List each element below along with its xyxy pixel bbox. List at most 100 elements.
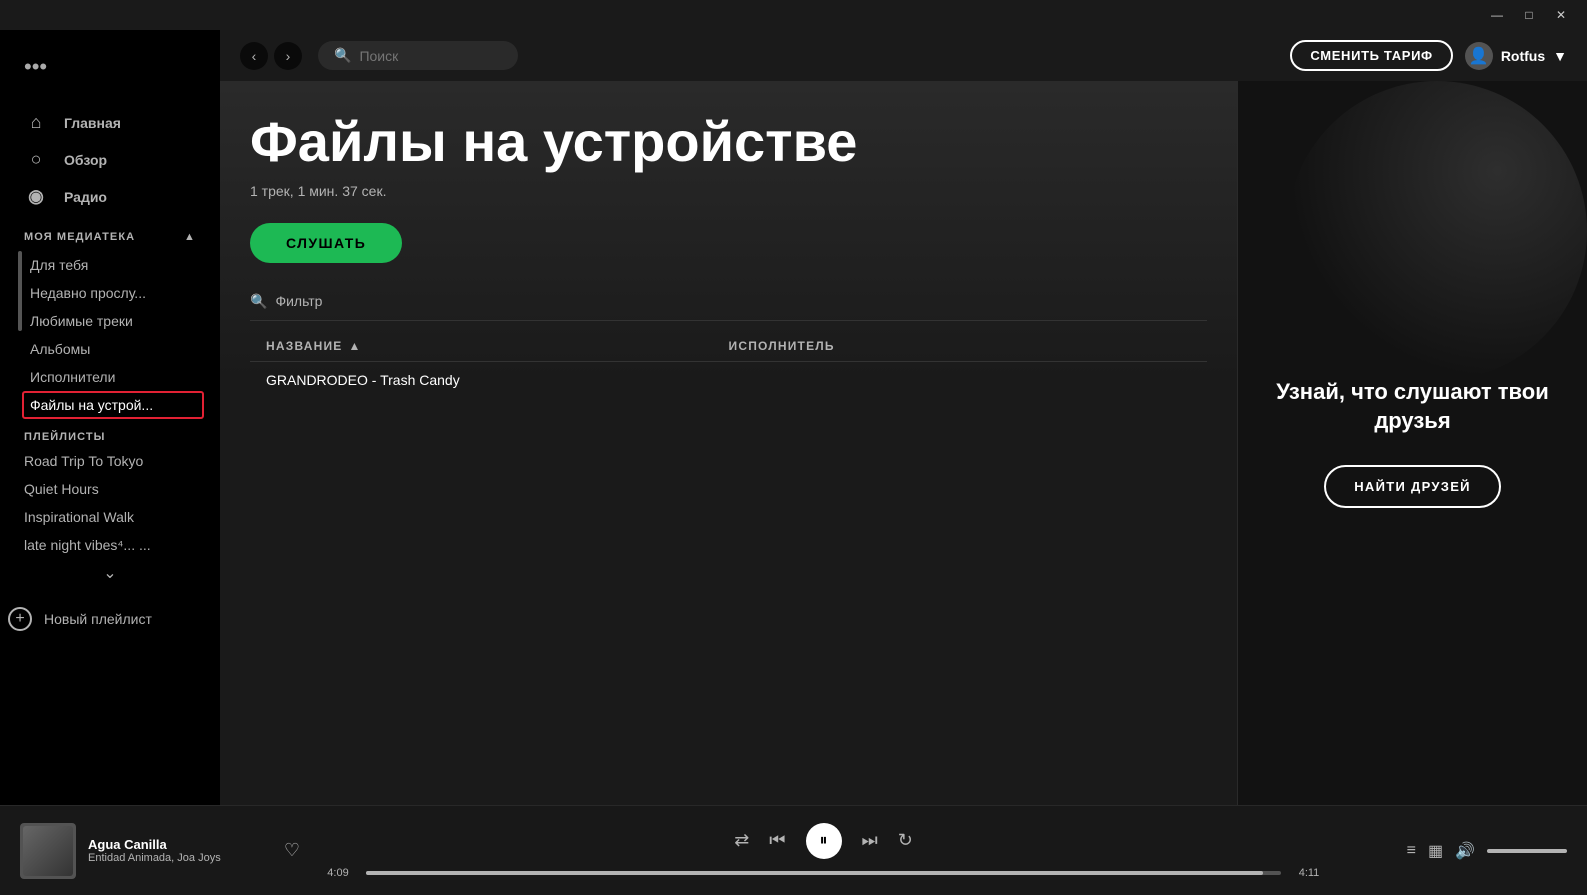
scroll-down-indicator[interactable]: ⌄ bbox=[16, 559, 204, 587]
library-collapse-icon[interactable]: ▲ bbox=[184, 231, 196, 243]
upgrade-button[interactable]: СМЕНИТЬ ТАРИФ bbox=[1290, 40, 1452, 71]
sidebar-section-library: МОЯ МЕДИАТЕКА ▲ bbox=[16, 215, 204, 251]
topbar-right: СМЕНИТЬ ТАРИФ 👤 Rotfus ▼ bbox=[1290, 40, 1567, 71]
player-artist-name: Entidad Animada, Joa Joys bbox=[88, 852, 264, 864]
player-right: ≡ ▦ 🔊 bbox=[1347, 841, 1567, 861]
sidebar-item-home[interactable]: ⌂ Главная bbox=[16, 104, 204, 141]
player-center: ⇄ ⏮ ⏸ ⏭ ↻ 4:09 4:11 bbox=[320, 823, 1327, 879]
col-artist-header: ИСПОЛНИТЕЛЬ bbox=[729, 339, 1192, 353]
browse-nav-icon: ○ bbox=[24, 149, 48, 170]
search-bar[interactable]: 🔍 bbox=[318, 41, 518, 70]
maximize-button[interactable]: □ bbox=[1513, 0, 1545, 30]
sidebar-top: ••• ⌂ Главная ○ Обзор ◉ Радио МОЯ МЕДИАТЕКА ▲… bbox=[0, 30, 220, 597]
titlebar: — □ ✕ bbox=[0, 0, 1587, 30]
track-table: НАЗВАНИЕ ▲ ИСПОЛНИТЕЛЬ GRANDRODEO - Tras… bbox=[250, 331, 1207, 398]
volume-slider[interactable] bbox=[1487, 849, 1567, 853]
player-progress: 4:09 4:11 bbox=[320, 867, 1327, 879]
filter-placeholder: Фильтр bbox=[275, 293, 322, 309]
page-main: Файлы на устройстве 1 трек, 1 мин. 37 се… bbox=[220, 81, 1237, 805]
close-button[interactable]: ✕ bbox=[1545, 0, 1577, 30]
sidebar-nav: ⌂ Главная ○ Обзор ◉ Радио bbox=[16, 104, 204, 215]
sidebar-item-label: Радио bbox=[64, 189, 107, 205]
col-title-header[interactable]: НАЗВАНИЕ ▲ bbox=[266, 339, 729, 353]
player-track-details: Agua Canilla Entidad Animada, Joa Joys bbox=[88, 837, 264, 864]
user-dropdown-icon: ▼ bbox=[1553, 48, 1567, 64]
main-content: ‹ › 🔍 СМЕНИТЬ ТАРИФ 👤 Rotfus ▼ bbox=[220, 30, 1587, 805]
filter-bar: 🔍 Фильтр bbox=[250, 293, 1207, 321]
nav-arrows: ‹ › bbox=[240, 42, 302, 70]
sidebar-item-liked[interactable]: Любимые треки bbox=[22, 307, 204, 335]
app-body: ••• ⌂ Главная ○ Обзор ◉ Радио МОЯ МЕДИАТЕКА ▲… bbox=[0, 30, 1587, 805]
chevron-down-icon: ⌄ bbox=[103, 563, 116, 583]
find-friends-button[interactable]: НАЙТИ ДРУЗЕЙ bbox=[1324, 465, 1501, 508]
user-icon: 👤 bbox=[1469, 46, 1489, 66]
sidebar-item-radio[interactable]: ◉ Радио bbox=[16, 178, 204, 215]
new-playlist-item[interactable]: + Новый плейлист bbox=[0, 597, 220, 641]
back-button[interactable]: ‹ bbox=[240, 42, 268, 70]
time-total: 4:11 bbox=[1291, 867, 1327, 879]
filter-input-wrapper[interactable]: 🔍 Фильтр bbox=[250, 293, 322, 310]
user-menu[interactable]: 👤 Rotfus ▼ bbox=[1465, 42, 1567, 70]
forward-button[interactable]: › bbox=[274, 42, 302, 70]
new-playlist-label: Новый плейлист bbox=[44, 611, 152, 627]
search-icon: 🔍 bbox=[334, 47, 351, 64]
player-track-name: Agua Canilla bbox=[88, 837, 264, 852]
queue-button[interactable]: ≡ bbox=[1407, 842, 1416, 860]
sidebar-item-browse[interactable]: ○ Обзор bbox=[16, 141, 204, 178]
user-name: Rotfus bbox=[1501, 48, 1545, 64]
playlists-section-label: ПЛЕЙЛИСТЫ bbox=[16, 419, 204, 447]
sidebar: ••• ⌂ Главная ○ Обзор ◉ Радио МОЯ МЕДИАТЕКА ▲… bbox=[0, 30, 220, 805]
playlist-item-late-night[interactable]: late night vibes⁴... ... bbox=[16, 531, 204, 559]
prev-button[interactable]: ⏮ bbox=[769, 830, 785, 851]
right-panel: Узнай, что слушают твои друзья НАЙТИ ДРУ… bbox=[1237, 81, 1587, 805]
progress-fill bbox=[366, 871, 1263, 875]
volume-button[interactable]: 🔊 bbox=[1455, 841, 1475, 861]
progress-track[interactable] bbox=[366, 871, 1281, 875]
track-list: GRANDRODEO - Trash Candy bbox=[250, 362, 1207, 398]
sidebar-item-label: Обзор bbox=[64, 152, 107, 168]
shuffle-button[interactable]: ⇄ bbox=[734, 830, 749, 851]
table-row[interactable]: GRANDRODEO - Trash Candy bbox=[250, 362, 1207, 398]
sidebar-library-list: Для тебяНедавно прослу...Любимые трекиАл… bbox=[22, 251, 204, 419]
player-bar: Agua Canilla Entidad Animada, Joa Joys ♡… bbox=[0, 805, 1587, 895]
sidebar-item-for-you[interactable]: Для тебя bbox=[22, 251, 204, 279]
page-title: Файлы на устройстве bbox=[250, 111, 1207, 173]
minimize-button[interactable]: — bbox=[1481, 0, 1513, 30]
pause-button[interactable]: ⏸ bbox=[806, 823, 842, 859]
playlist-item-road-trip[interactable]: Road Trip To Tokyo bbox=[16, 447, 204, 475]
play-button[interactable]: СЛУШАТЬ bbox=[250, 223, 402, 263]
devices-button[interactable]: ▦ bbox=[1428, 841, 1443, 861]
repeat-button[interactable]: ↻ bbox=[898, 830, 913, 851]
time-current: 4:09 bbox=[320, 867, 356, 879]
page-subtitle: 1 трек, 1 мин. 37 сек. bbox=[250, 183, 1207, 199]
playlist-item-inspirational[interactable]: Inspirational Walk bbox=[16, 503, 204, 531]
album-art-image bbox=[23, 826, 73, 876]
sidebar-item-albums[interactable]: Альбомы bbox=[22, 335, 204, 363]
content-area: Файлы на устройстве 1 трек, 1 мин. 37 се… bbox=[220, 81, 1587, 805]
right-panel-text: Узнай, что слушают твои друзья bbox=[1258, 378, 1567, 435]
filter-search-icon: 🔍 bbox=[250, 293, 267, 310]
player-like-button[interactable]: ♡ bbox=[284, 840, 300, 861]
player-track-info: Agua Canilla Entidad Animada, Joa Joys ♡ bbox=[20, 823, 300, 879]
new-playlist-icon: + bbox=[8, 607, 32, 631]
sort-asc-icon: ▲ bbox=[348, 339, 361, 353]
sidebar-item-device-files[interactable]: Файлы на устрой... bbox=[22, 391, 204, 419]
topbar: ‹ › 🔍 СМЕНИТЬ ТАРИФ 👤 Rotfus ▼ bbox=[220, 30, 1587, 81]
player-controls: ⇄ ⏮ ⏸ ⏭ ↻ bbox=[734, 823, 913, 859]
player-album-art bbox=[20, 823, 76, 879]
search-input[interactable] bbox=[359, 48, 499, 64]
sidebar-item-label: Главная bbox=[64, 115, 121, 131]
sidebar-item-recent[interactable]: Недавно прослу... bbox=[22, 279, 204, 307]
playlist-item-quiet-hours[interactable]: Quiet Hours bbox=[16, 475, 204, 503]
right-panel-bg bbox=[1287, 81, 1587, 381]
user-avatar: 👤 bbox=[1465, 42, 1493, 70]
more-icon[interactable]: ••• bbox=[24, 54, 47, 80]
sidebar-logo: ••• bbox=[16, 50, 204, 84]
track-title: GRANDRODEO - Trash Candy bbox=[266, 372, 729, 388]
sidebar-playlists: Road Trip To TokyoQuiet HoursInspiration… bbox=[16, 447, 204, 559]
my-library-label: МОЯ МЕДИАТЕКА bbox=[24, 231, 135, 243]
home-nav-icon: ⌂ bbox=[24, 112, 48, 133]
radio-nav-icon: ◉ bbox=[24, 186, 48, 207]
next-button[interactable]: ⏭ bbox=[862, 830, 878, 851]
sidebar-item-artists[interactable]: Исполнители bbox=[22, 363, 204, 391]
